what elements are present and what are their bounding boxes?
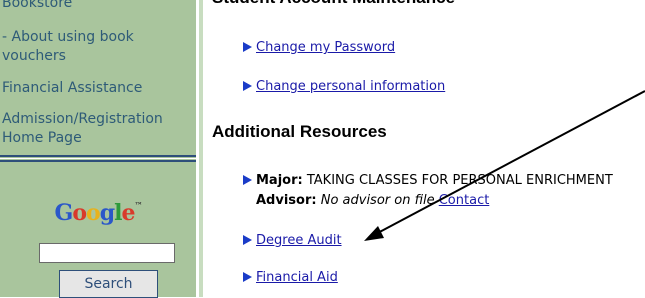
annotation-arrow-icon — [364, 90, 645, 241]
